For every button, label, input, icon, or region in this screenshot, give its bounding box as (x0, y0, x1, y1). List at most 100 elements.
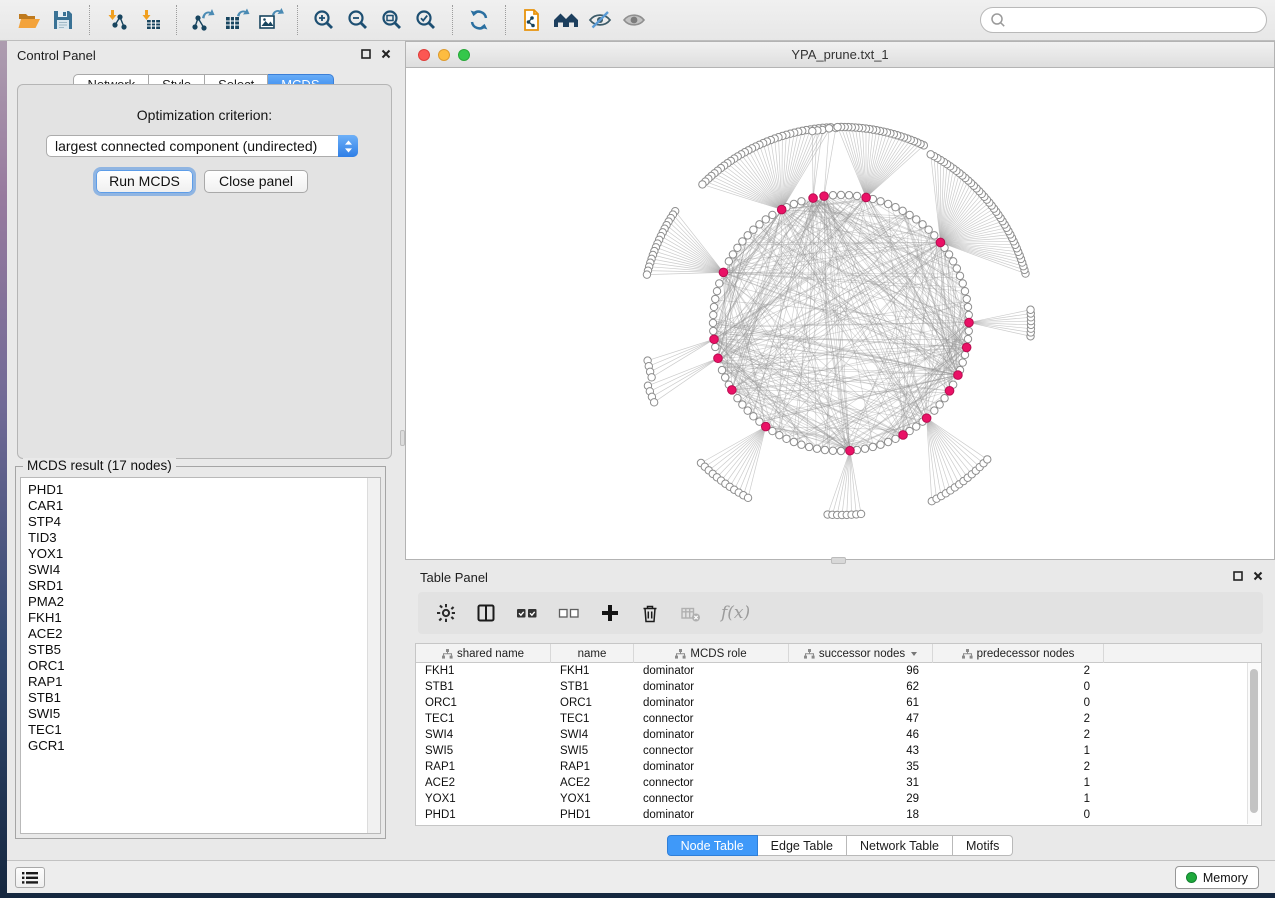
column-header-predecessor-nodes[interactable]: predecessor nodes (933, 644, 1104, 663)
cell-predecessor-nodes[interactable]: 2 (933, 663, 1104, 679)
cell-MCDS-role[interactable]: dominator (634, 695, 789, 711)
cell-successor-nodes[interactable]: 62 (789, 679, 933, 695)
export-network-button[interactable] (186, 4, 220, 36)
zoom-selected-button[interactable] (409, 4, 443, 36)
cell-MCDS-role[interactable]: connector (634, 743, 789, 759)
cell-predecessor-nodes[interactable]: 2 (933, 711, 1104, 727)
show-panels-button[interactable] (15, 867, 45, 888)
mcds-result-item[interactable]: STP4 (28, 514, 366, 530)
cell-predecessor-nodes[interactable]: 0 (933, 679, 1104, 695)
mcds-result-item[interactable]: STB1 (28, 690, 366, 706)
mcds-result-item[interactable]: ORC1 (28, 658, 366, 674)
select-all-button[interactable] (516, 603, 538, 623)
mcds-result-item[interactable]: SWI4 (28, 562, 366, 578)
cell-predecessor-nodes[interactable]: 1 (933, 775, 1104, 791)
table-row[interactable]: STB1STB1dominator620 (416, 679, 1261, 695)
table-row[interactable]: RAP1RAP1dominator352 (416, 759, 1261, 775)
network-graph[interactable] (406, 68, 1274, 559)
cell-successor-nodes[interactable]: 31 (789, 775, 933, 791)
cell-successor-nodes[interactable]: 29 (789, 791, 933, 807)
close-icon[interactable] (1253, 571, 1263, 581)
mcds-result-item[interactable]: PHD1 (28, 482, 366, 498)
cell-shared-name[interactable]: YOX1 (416, 791, 551, 807)
memory-button[interactable]: Memory (1175, 866, 1259, 889)
mcds-result-item[interactable]: GCR1 (28, 738, 366, 754)
cell-successor-nodes[interactable]: 47 (789, 711, 933, 727)
cell-shared-name[interactable]: STB1 (416, 679, 551, 695)
export-image-button[interactable] (254, 4, 288, 36)
table-row[interactable]: SWI5SWI5connector431 (416, 743, 1261, 759)
cell-name[interactable]: SWI4 (551, 727, 634, 743)
search-input[interactable] (1011, 13, 1266, 28)
cell-predecessor-nodes[interactable]: 0 (933, 695, 1104, 711)
mcds-result-item[interactable]: SRD1 (28, 578, 366, 594)
hide-details-button[interactable] (583, 4, 617, 36)
open-session-button[interactable] (12, 4, 46, 36)
cell-shared-name[interactable]: SWI4 (416, 727, 551, 743)
close-icon[interactable] (381, 49, 391, 59)
chevron-down-icon[interactable] (911, 652, 917, 656)
cell-MCDS-role[interactable]: connector (634, 791, 789, 807)
cell-successor-nodes[interactable]: 35 (789, 759, 933, 775)
export-table-button[interactable] (220, 4, 254, 36)
table-row[interactable]: ACE2ACE2connector311 (416, 775, 1261, 791)
mcds-result-item[interactable]: ACE2 (28, 626, 366, 642)
unselect-all-button[interactable] (558, 603, 580, 623)
table-row[interactable]: TEC1TEC1connector472 (416, 711, 1261, 727)
column-header-MCDS-role[interactable]: MCDS role (634, 644, 789, 663)
mcds-result-item[interactable]: FKH1 (28, 610, 366, 626)
cell-shared-name[interactable]: ACE2 (416, 775, 551, 791)
cell-shared-name[interactable]: RAP1 (416, 759, 551, 775)
mcds-result-item[interactable]: PMA2 (28, 594, 366, 610)
cell-successor-nodes[interactable]: 61 (789, 695, 933, 711)
table-scrollbar[interactable] (1247, 663, 1260, 824)
column-header-shared-name[interactable]: shared name (416, 644, 551, 663)
import-table-button[interactable] (133, 4, 167, 36)
float-window-icon[interactable] (1233, 571, 1243, 581)
cell-MCDS-role[interactable]: connector (634, 775, 789, 791)
cell-shared-name[interactable]: PHD1 (416, 807, 551, 823)
refresh-button[interactable] (462, 4, 496, 36)
cell-shared-name[interactable]: ORC1 (416, 695, 551, 711)
cell-successor-nodes[interactable]: 43 (789, 743, 933, 759)
horizontal-splitter-handle[interactable] (831, 557, 846, 564)
column-header-successor-nodes[interactable]: successor nodes (789, 644, 933, 663)
table-row[interactable]: YOX1YOX1connector291 (416, 791, 1261, 807)
mcds-result-item[interactable]: CAR1 (28, 498, 366, 514)
optimization-criterion-select[interactable]: largest connected component (undirected) (46, 135, 358, 157)
cell-MCDS-role[interactable]: dominator (634, 663, 789, 679)
cell-successor-nodes[interactable]: 46 (789, 727, 933, 743)
cell-predecessor-nodes[interactable]: 0 (933, 807, 1104, 823)
cell-name[interactable]: ACE2 (551, 775, 634, 791)
table-row[interactable]: ORC1ORC1dominator610 (416, 695, 1261, 711)
mcds-result-item[interactable]: TID3 (28, 530, 366, 546)
import-network-button[interactable] (99, 4, 133, 36)
float-window-icon[interactable] (361, 49, 371, 59)
tab-network-table[interactable]: Network Table (847, 835, 953, 856)
network-canvas[interactable] (406, 68, 1274, 559)
table-row[interactable]: PHD1PHD1dominator180 (416, 807, 1261, 823)
save-session-button[interactable] (46, 4, 80, 36)
mcds-result-item[interactable]: RAP1 (28, 674, 366, 690)
cell-shared-name[interactable]: TEC1 (416, 711, 551, 727)
cell-MCDS-role[interactable]: dominator (634, 727, 789, 743)
cell-MCDS-role[interactable]: dominator (634, 679, 789, 695)
tab-edge-table[interactable]: Edge Table (758, 835, 847, 856)
cell-shared-name[interactable]: FKH1 (416, 663, 551, 679)
mcds-result-item[interactable]: YOX1 (28, 546, 366, 562)
close-panel-button[interactable]: Close panel (204, 170, 308, 193)
cell-predecessor-nodes[interactable]: 1 (933, 791, 1104, 807)
cell-MCDS-role[interactable]: dominator (634, 807, 789, 823)
cell-successor-nodes[interactable]: 96 (789, 663, 933, 679)
cell-successor-nodes[interactable]: 18 (789, 807, 933, 823)
column-header-name[interactable]: name (551, 644, 634, 663)
search-field[interactable] (980, 7, 1267, 33)
cell-name[interactable]: ORC1 (551, 695, 634, 711)
tab-node-table[interactable]: Node Table (667, 835, 758, 856)
network-window-titlebar[interactable]: YPA_prune.txt_1 (406, 42, 1274, 68)
cell-name[interactable]: SWI5 (551, 743, 634, 759)
cell-MCDS-role[interactable]: connector (634, 711, 789, 727)
show-details-button[interactable] (617, 4, 651, 36)
cell-predecessor-nodes[interactable]: 1 (933, 743, 1104, 759)
cell-name[interactable]: FKH1 (551, 663, 634, 679)
